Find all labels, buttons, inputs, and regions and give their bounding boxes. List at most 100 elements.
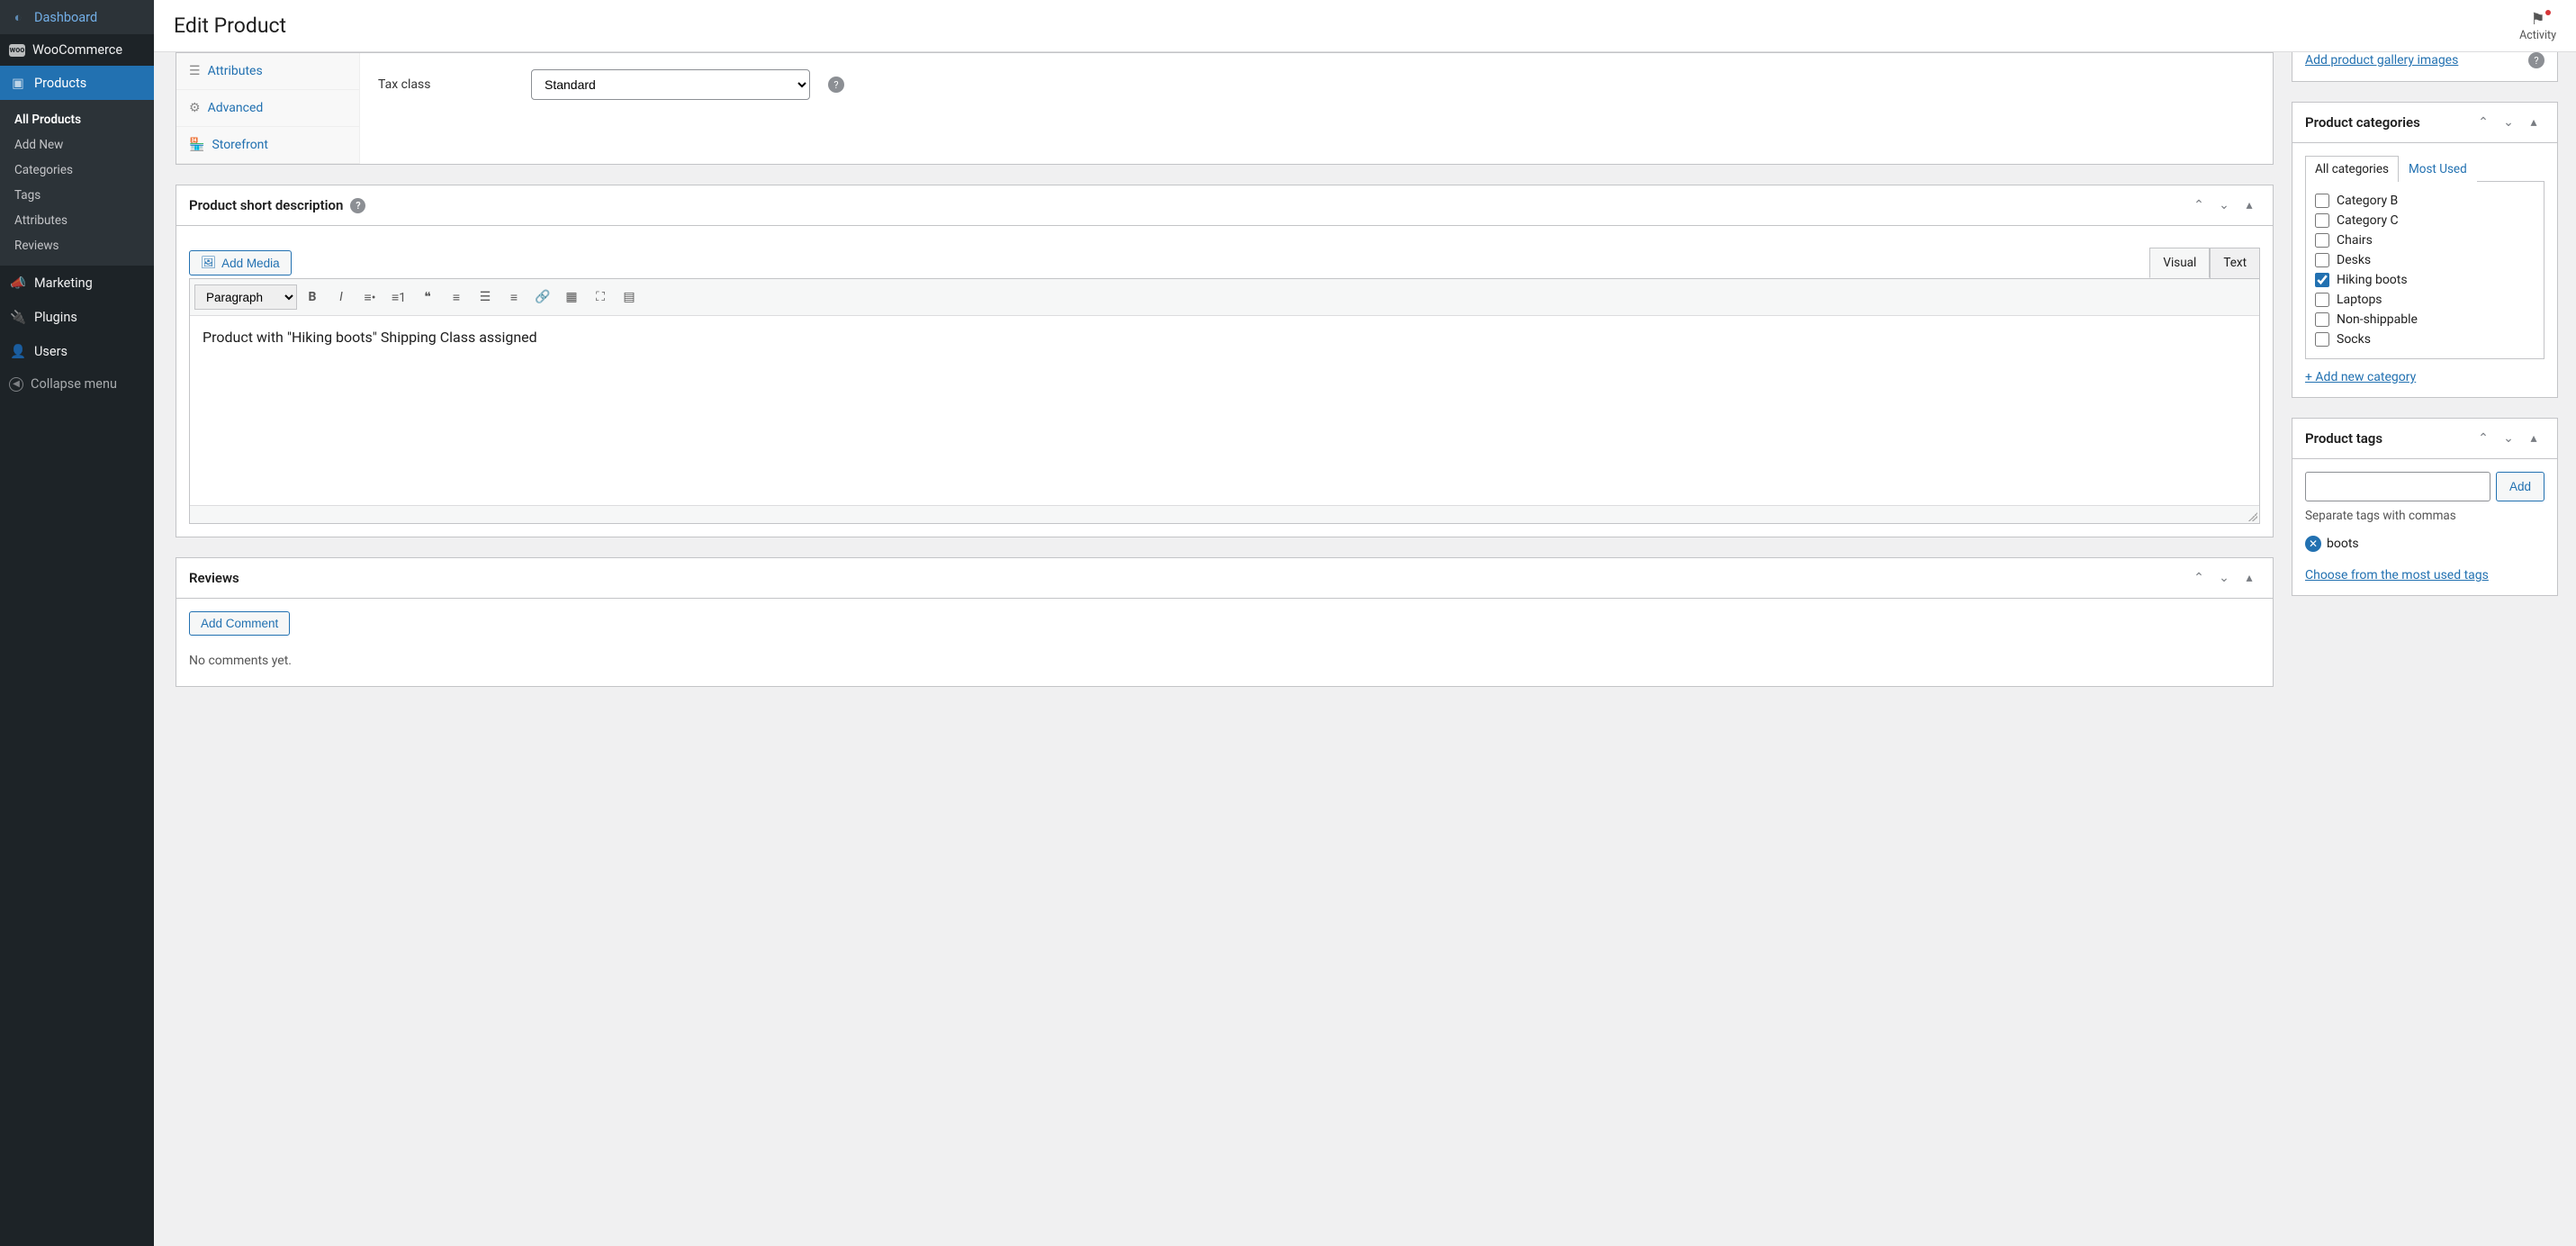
tag-name: boots xyxy=(2327,537,2359,551)
add-media-button[interactable]: 🖼Add Media xyxy=(189,250,292,275)
bullet-list-icon[interactable]: ≡• xyxy=(356,284,383,311)
help-icon[interactable]: ? xyxy=(828,77,844,93)
toggle-icon[interactable]: ▴ xyxy=(2238,567,2260,589)
align-left-icon[interactable]: ≡ xyxy=(443,284,470,311)
help-icon[interactable]: ? xyxy=(2528,52,2544,68)
move-down-icon[interactable]: ⌄ xyxy=(2498,112,2519,133)
category-item[interactable]: Chairs xyxy=(2315,230,2535,250)
admin-sidebar: ◐ Dashboard woo WooCommerce ▣ Products A… xyxy=(0,0,154,1246)
add-new-category-link[interactable]: + Add new category xyxy=(2305,370,2544,384)
collapse-label: Collapse menu xyxy=(31,376,117,392)
editor-content[interactable]: Product with "Hiking boots" Shipping Cla… xyxy=(190,316,2259,505)
category-checkbox[interactable] xyxy=(2315,293,2329,307)
quote-icon[interactable]: ❝ xyxy=(414,284,441,311)
category-checkbox[interactable] xyxy=(2315,233,2329,248)
toggle-icon[interactable]: ▴ xyxy=(2238,194,2260,216)
subnav-tags[interactable]: Tags xyxy=(0,183,154,208)
move-up-icon[interactable]: ⌃ xyxy=(2188,194,2210,216)
choose-most-used-tags-link[interactable]: Choose from the most used tags xyxy=(2305,568,2489,582)
format-select[interactable]: Paragraph xyxy=(194,284,297,310)
product-categories-box: Product categories ⌃ ⌄ ▴ All categories … xyxy=(2292,102,2558,398)
subnav-attributes[interactable]: Attributes xyxy=(0,208,154,233)
archive-icon: ▣ xyxy=(9,74,27,92)
nav-products[interactable]: ▣ Products xyxy=(0,66,154,100)
editor-tab-visual[interactable]: Visual xyxy=(2149,248,2210,278)
subnav-reviews[interactable]: Reviews xyxy=(0,233,154,258)
nav-plugins[interactable]: 🔌 Plugins xyxy=(0,300,154,334)
number-list-icon[interactable]: ≡1 xyxy=(385,284,412,311)
move-down-icon[interactable]: ⌄ xyxy=(2213,567,2235,589)
product-data-tabs: ☰Attributes ⚙Advanced 🏪Storefront xyxy=(176,53,360,164)
subnav-all-products[interactable]: All Products xyxy=(0,107,154,132)
add-gallery-images-link[interactable]: Add product gallery images xyxy=(2305,53,2458,68)
nav-label: Users xyxy=(34,344,68,359)
subnav-categories[interactable]: Categories xyxy=(0,158,154,183)
products-submenu: All Products Add New Categories Tags Att… xyxy=(0,100,154,266)
add-tag-button[interactable]: Add xyxy=(2496,472,2544,501)
category-label: Category C xyxy=(2337,213,2399,228)
toggle-icon[interactable]: ▴ xyxy=(2523,112,2544,133)
category-item[interactable]: Category B xyxy=(2315,191,2535,211)
product-data-panel: Tax class Standard ? xyxy=(360,53,2273,164)
tab-label: Advanced xyxy=(208,101,264,115)
nav-label: Dashboard xyxy=(34,10,97,25)
wp-editor: Paragraph B I ≡• ≡1 ❝ ≡ ☰ ≡ 🔗 ▦ xyxy=(189,278,2260,524)
category-item[interactable]: Non-shippable xyxy=(2315,310,2535,330)
category-item[interactable]: Desks xyxy=(2315,250,2535,270)
tax-class-select[interactable]: Standard xyxy=(531,69,810,100)
fullscreen-icon[interactable]: ⛶ xyxy=(587,284,614,311)
category-list[interactable]: Category B Category C ChairsDesksHiking bo… xyxy=(2305,182,2544,359)
woo-icon: woo xyxy=(9,44,25,57)
tag-input[interactable] xyxy=(2305,472,2490,501)
page-title: Edit Product xyxy=(174,14,286,38)
tab-attributes[interactable]: ☰Attributes xyxy=(176,53,359,90)
activity-button[interactable]: ⚑ Activity xyxy=(2519,10,2556,42)
remove-tag-icon[interactable]: ✕ xyxy=(2305,536,2321,552)
tab-advanced[interactable]: ⚙Advanced xyxy=(176,90,359,127)
add-comment-button[interactable]: Add Comment xyxy=(189,611,290,636)
move-down-icon[interactable]: ⌄ xyxy=(2213,194,2235,216)
tags-title: Product tags xyxy=(2305,430,2472,447)
category-checkbox[interactable] xyxy=(2315,312,2329,327)
move-up-icon[interactable]: ⌃ xyxy=(2472,428,2494,449)
category-item[interactable]: Hiking boots xyxy=(2315,270,2535,290)
move-down-icon[interactable]: ⌄ xyxy=(2498,428,2519,449)
editor-tab-text[interactable]: Text xyxy=(2210,248,2260,278)
read-more-icon[interactable]: ▦ xyxy=(558,284,585,311)
nav-marketing[interactable]: 📣 Marketing xyxy=(0,266,154,300)
help-icon[interactable]: ? xyxy=(350,198,365,213)
link-icon[interactable]: 🔗 xyxy=(529,284,556,311)
category-label: Socks xyxy=(2337,332,2371,347)
move-up-icon[interactable]: ⌃ xyxy=(2472,112,2494,133)
align-right-icon[interactable]: ≡ xyxy=(500,284,527,311)
short-description-box: Product short description? ⌃ ⌄ ▴ 🖼Add Me… xyxy=(176,185,2274,537)
category-item[interactable]: Category C xyxy=(2315,211,2535,230)
list-icon: ☰ xyxy=(189,64,201,78)
reviews-title: Reviews xyxy=(189,570,2188,586)
category-checkbox[interactable] xyxy=(2315,273,2329,287)
user-icon: 👤 xyxy=(9,342,27,360)
cat-tab-all[interactable]: All categories xyxy=(2305,156,2399,182)
toolbar-toggle-icon[interactable]: ▤ xyxy=(616,284,643,311)
nav-users[interactable]: 👤 Users xyxy=(0,334,154,368)
collapse-menu[interactable]: ◀ Collapse menu xyxy=(0,368,154,400)
category-checkbox[interactable] xyxy=(2315,332,2329,347)
italic-icon[interactable]: I xyxy=(328,284,355,311)
category-checkbox[interactable] xyxy=(2315,253,2329,267)
category-item[interactable]: Socks xyxy=(2315,330,2535,349)
subnav-add-new[interactable]: Add New xyxy=(0,132,154,158)
category-item[interactable]: Laptops xyxy=(2315,290,2535,310)
align-center-icon[interactable]: ☰ xyxy=(472,284,499,311)
nav-woocommerce[interactable]: woo WooCommerce xyxy=(0,34,154,66)
editor-statusbar[interactable] xyxy=(190,505,2259,523)
bold-icon[interactable]: B xyxy=(299,284,326,311)
cat-tab-most-used[interactable]: Most Used xyxy=(2399,156,2477,182)
toggle-icon[interactable]: ▴ xyxy=(2523,428,2544,449)
category-checkbox[interactable] xyxy=(2315,194,2329,208)
gauge-icon: ◐ xyxy=(9,8,27,26)
nav-label: Products xyxy=(34,76,86,91)
category-checkbox[interactable] xyxy=(2315,213,2329,228)
tab-storefront[interactable]: 🏪Storefront xyxy=(176,127,359,164)
move-up-icon[interactable]: ⌃ xyxy=(2188,567,2210,589)
nav-dashboard[interactable]: ◐ Dashboard xyxy=(0,0,154,34)
